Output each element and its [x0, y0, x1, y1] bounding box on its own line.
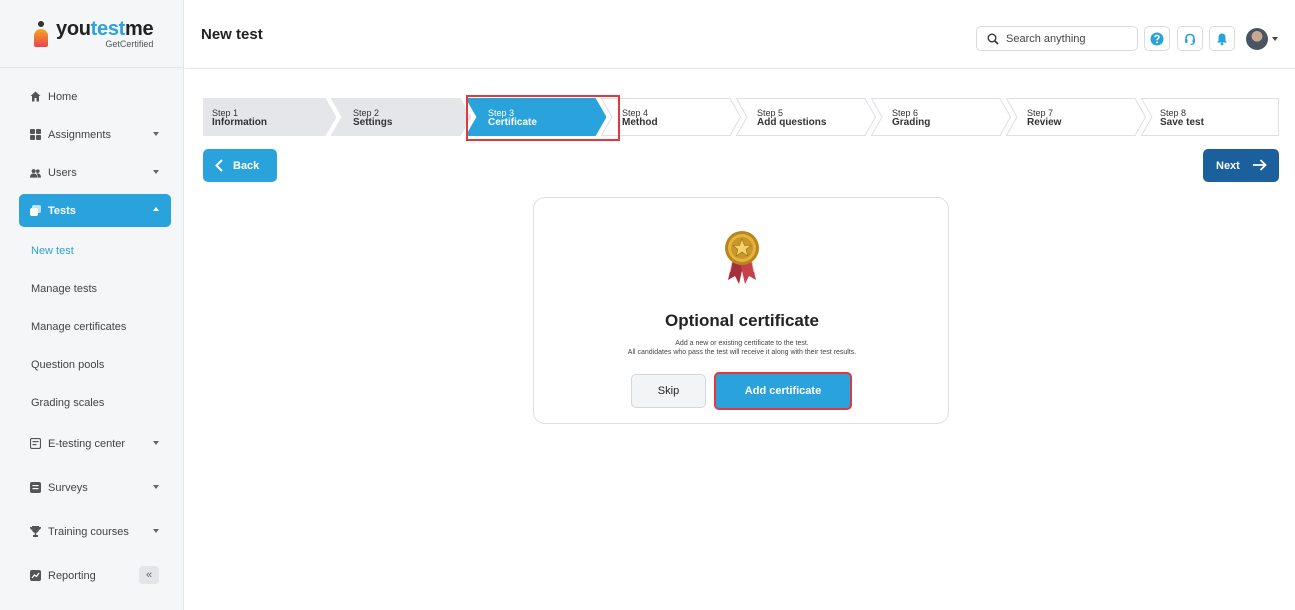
chevron-down-icon[interactable] — [1272, 37, 1278, 41]
trophy-icon — [30, 526, 41, 537]
card-description-line: Add a new or existing certificate to the… — [675, 340, 809, 347]
step-add-questions[interactable]: Step 5 Add questions — [736, 98, 876, 136]
optional-certificate-card: Optional certificate Add a new or existi… — [533, 197, 949, 424]
step-save-test[interactable]: Step 8 Save test — [1141, 98, 1279, 136]
sidebar-subitem-grading-scales[interactable]: Grading scales — [0, 384, 183, 422]
sidebar-item-etesting-center[interactable]: E-testing center — [19, 427, 171, 460]
step-grading[interactable]: Step 6 Grading — [871, 98, 1011, 136]
card-description-line: All candidates who pass the test will re… — [627, 349, 857, 356]
chevron-down-icon — [153, 485, 159, 489]
avatar[interactable] — [1246, 28, 1268, 50]
sidebar-item-label: Reporting — [48, 569, 96, 582]
page-title: New test — [201, 25, 263, 43]
step-method[interactable]: Step 4 Method — [601, 98, 741, 136]
back-label: Back — [233, 159, 260, 172]
collapse-sidebar-button[interactable]: « — [139, 566, 159, 584]
sidebar-item-label: Tests — [48, 204, 76, 217]
step-label: Add questions — [757, 117, 827, 128]
etesting-icon — [30, 438, 41, 449]
sidebar-item-surveys[interactable]: Surveys — [19, 471, 171, 504]
sidebar-item-reporting[interactable]: Reporting « — [19, 559, 171, 592]
reporting-icon — [30, 570, 41, 581]
home-icon — [30, 91, 41, 102]
logo[interactable]: youtestme GetCertified — [0, 0, 183, 68]
sidebar-item-label: Users — [48, 166, 77, 179]
sidebar-item-label: Home — [48, 90, 78, 103]
help-icon — [1150, 32, 1164, 45]
sidebar-subitem-question-pools[interactable]: Question pools — [0, 346, 183, 384]
step-review[interactable]: Step 7 Review — [1006, 98, 1146, 136]
sidebar-item-assignments[interactable]: Assignments — [19, 118, 171, 151]
users-icon — [30, 167, 41, 178]
step-label: Grading — [892, 117, 931, 128]
support-button[interactable] — [1177, 26, 1203, 51]
step-settings[interactable]: Step 2 Settings — [331, 98, 471, 136]
step-information[interactable]: Step 1 Information — [203, 98, 336, 136]
top-header: New test Search anything — [185, 0, 1295, 69]
logo-tagline: GetCertified — [105, 38, 154, 49]
logo-mark — [34, 20, 48, 47]
current-step-highlight — [466, 95, 620, 141]
chevron-up-icon — [153, 207, 159, 211]
back-button[interactable]: Back — [203, 149, 277, 182]
tests-icon — [30, 205, 41, 216]
search-input[interactable]: Search anything — [976, 26, 1138, 51]
step-label: Information — [212, 117, 267, 128]
headset-icon — [1185, 33, 1195, 45]
sidebar-item-home[interactable]: Home — [19, 80, 171, 113]
step-label: Settings — [353, 117, 393, 128]
certificate-medal-icon — [725, 231, 759, 284]
chevron-down-icon — [153, 132, 159, 136]
chevron-left-icon — [215, 159, 223, 172]
sidebar-item-label: Assignments — [48, 128, 111, 141]
logo-text: youtestme — [56, 17, 154, 40]
sidebar-subitem-manage-certificates[interactable]: Manage certificates — [0, 308, 183, 346]
step-label: Save test — [1160, 117, 1204, 128]
next-label: Next — [1216, 159, 1240, 172]
notifications-button[interactable] — [1209, 26, 1235, 51]
card-title: Optional certificate — [665, 311, 819, 330]
sidebar-subitem-new-test[interactable]: New test — [0, 232, 183, 270]
chevron-down-icon — [153, 170, 159, 174]
add-certificate-button[interactable]: Add certificate — [716, 374, 850, 408]
chevron-down-icon — [153, 529, 159, 533]
help-button[interactable] — [1144, 26, 1170, 51]
bell-icon — [1217, 33, 1227, 45]
sidebar-item-tests[interactable]: Tests — [19, 194, 171, 227]
chevron-down-icon — [153, 441, 159, 445]
sidebar-subitem-manage-tests[interactable]: Manage tests — [0, 270, 183, 308]
search-icon — [987, 33, 999, 45]
step-label: Review — [1027, 117, 1062, 128]
assignments-icon — [30, 129, 41, 140]
sidebar-item-label: Surveys — [48, 481, 88, 494]
next-button[interactable]: Next — [1203, 149, 1279, 182]
arrow-right-icon — [1253, 159, 1267, 171]
sidebar-item-users[interactable]: Users — [19, 156, 171, 189]
skip-button[interactable]: Skip — [631, 374, 706, 408]
sidebar-item-training-courses[interactable]: Training courses — [19, 515, 171, 548]
sidebar-nav: Home Assignments Users Tests New test Ma… — [0, 68, 183, 592]
surveys-icon — [30, 482, 41, 493]
search-placeholder: Search anything — [1006, 32, 1086, 45]
step-label: Method — [622, 117, 658, 128]
card-description: Add a new or existing certificate to the… — [534, 339, 950, 357]
sidebar-item-label: Training courses — [48, 525, 129, 538]
sidebar-item-label: E-testing center — [48, 437, 126, 450]
sidebar: youtestme GetCertified Home Assignments … — [0, 0, 184, 610]
wizard-stepper: Step 1 Information Step 2 Settings Step 3C… — [203, 98, 1279, 136]
